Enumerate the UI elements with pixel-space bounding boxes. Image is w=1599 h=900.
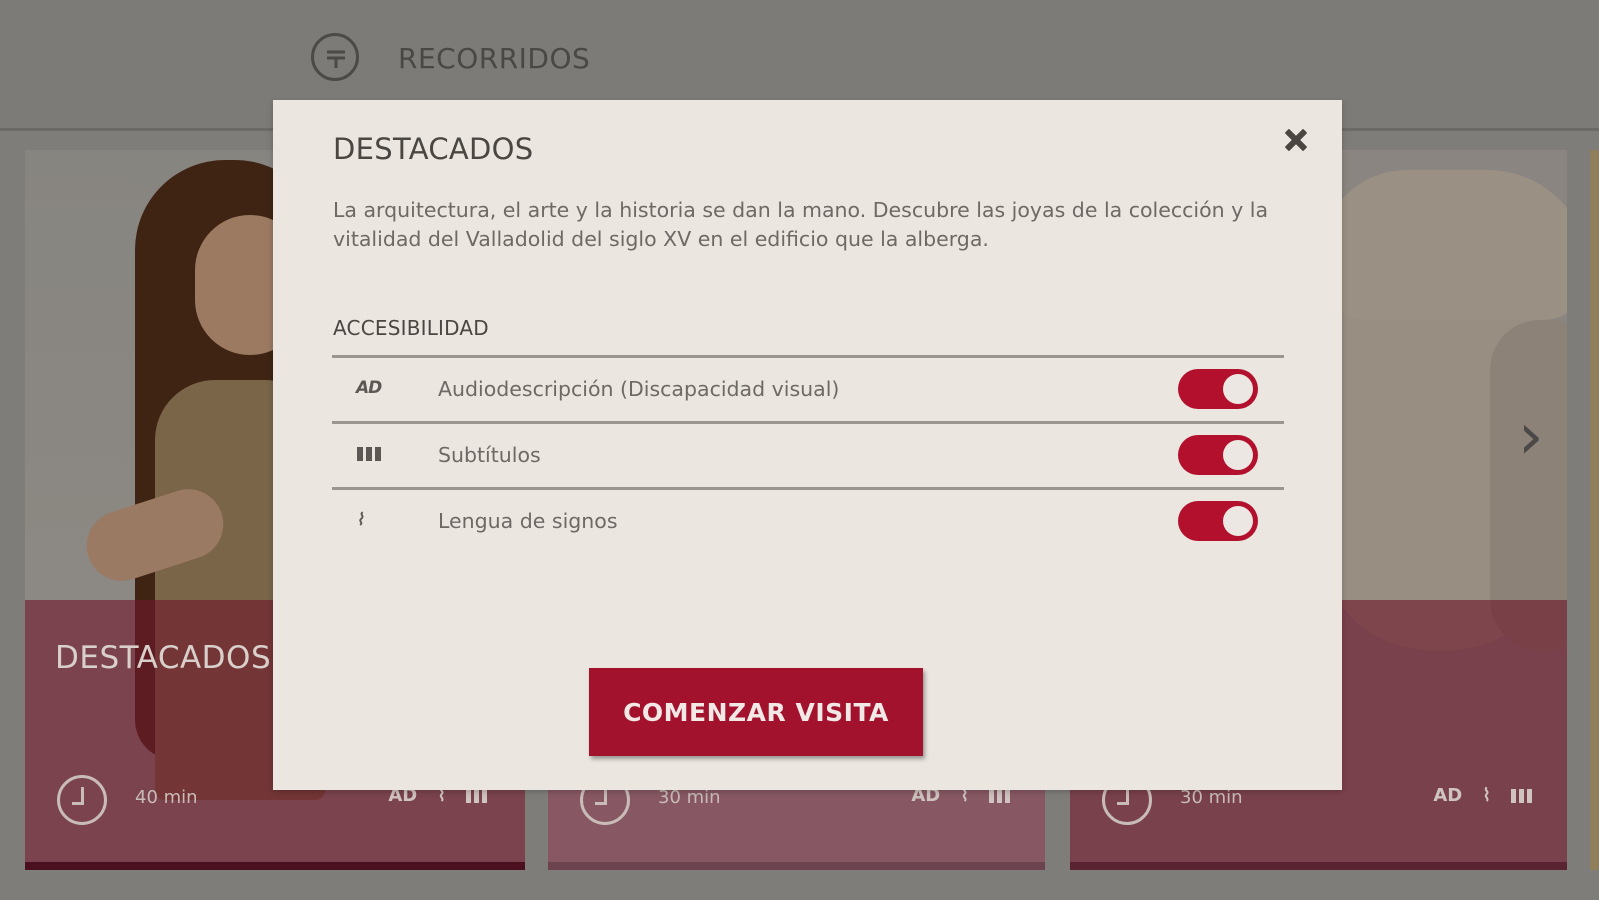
page-title: RECORRIDOS (398, 42, 591, 75)
sign-language-icon: ⌇ (356, 510, 364, 530)
sign-language-toggle[interactable] (1178, 501, 1258, 541)
accessibility-row-sign-language: ⌇ Lengua de signos (332, 487, 1284, 553)
accessibility-list: AD Audiodescripción (Discapacidad visual… (332, 355, 1284, 553)
card-duration: 30 min (1180, 787, 1243, 808)
accessibility-row-audiodescription: AD Audiodescripción (Discapacidad visual… (332, 355, 1284, 421)
filter-icon (327, 50, 345, 68)
tour-card-partial[interactable] (1590, 150, 1599, 870)
subtitles-toggle[interactable] (1178, 435, 1258, 475)
accessibility-row-subtitles: Subtítulos (332, 421, 1284, 487)
accessibility-label: Subtítulos (438, 443, 541, 467)
clock-icon (57, 775, 107, 825)
close-icon[interactable] (1278, 122, 1314, 158)
card-duration: 30 min (658, 787, 721, 808)
dialog-description: La arquitectura, el arte y la historia s… (333, 198, 1269, 251)
subtitles-icon (466, 788, 487, 803)
sign-language-icon: ⌇ (1482, 785, 1491, 806)
accessibility-label: Lengua de signos (438, 509, 618, 533)
audio-description-icon: AD (1433, 785, 1463, 806)
accessibility-heading: ACCESIBILIDAD (333, 316, 489, 340)
card-duration: 40 min (135, 787, 198, 808)
subtitles-icon (1511, 788, 1532, 803)
filter-button[interactable] (311, 33, 359, 81)
tour-details-dialog: DESTACADOS La arquitectura, el arte y la… (273, 100, 1342, 790)
dialog-title: DESTACADOS (333, 132, 534, 166)
audio-description-icon: AD (356, 378, 382, 398)
audiodescription-toggle[interactable] (1178, 369, 1258, 409)
accessibility-label: Audiodescripción (Discapacidad visual) (438, 377, 840, 401)
chevron-right-icon[interactable]: › (1518, 405, 1544, 469)
card-title: DESTACADOS (55, 640, 272, 676)
subtitles-icon (357, 447, 407, 471)
start-visit-button[interactable]: COMENZAR VISITA (589, 668, 923, 756)
subtitles-icon (989, 788, 1010, 803)
